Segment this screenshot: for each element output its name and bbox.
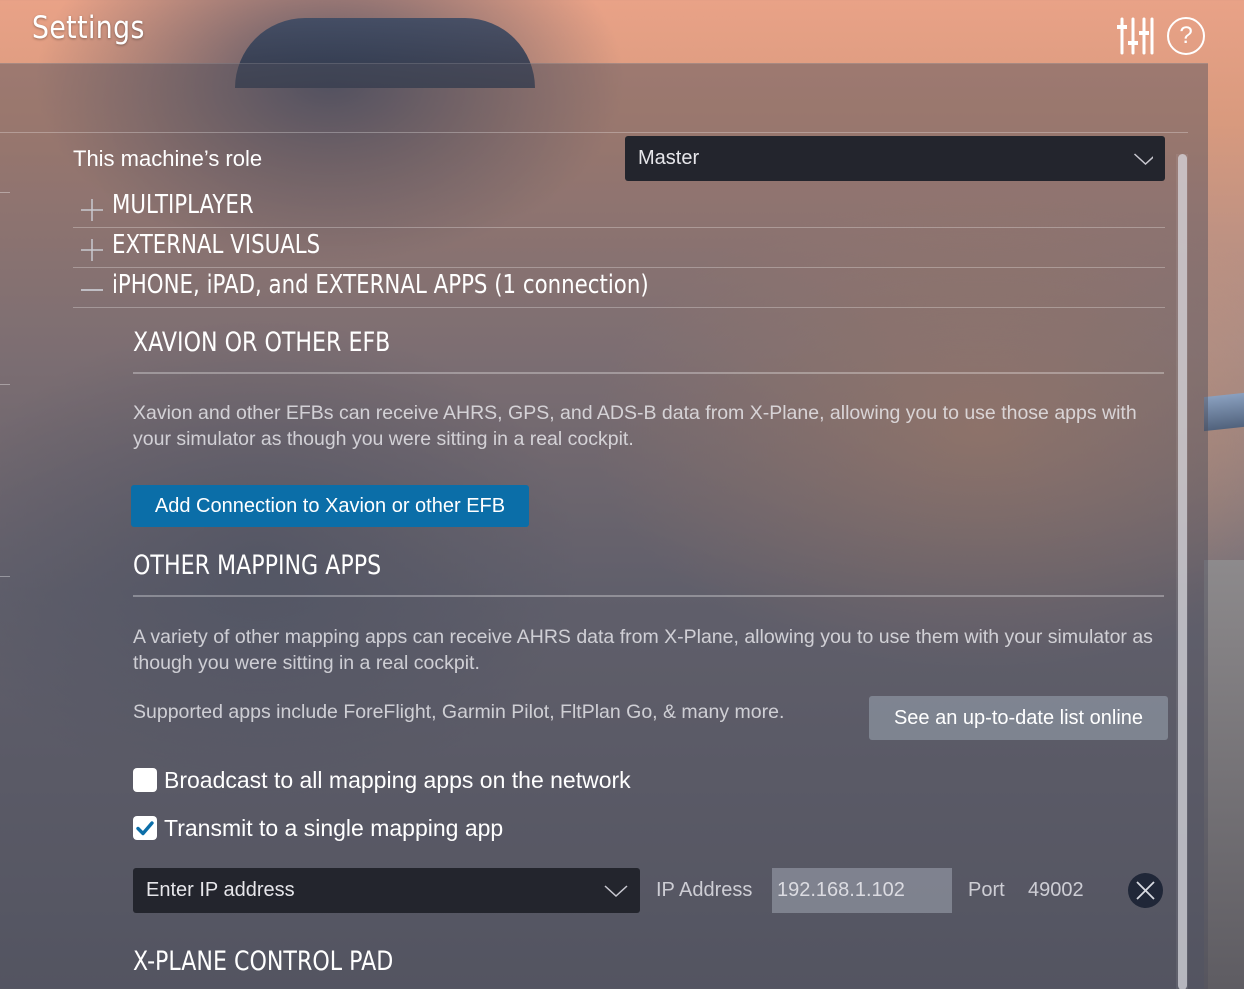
efb-divider [133, 372, 1164, 374]
add-efb-connection-button[interactable]: Add Connection to Xavion or other EFB [131, 485, 529, 527]
mapping-divider [133, 595, 1164, 597]
left-tick-mark [0, 576, 10, 577]
ip-address-dropdown[interactable]: Enter IP address [133, 868, 640, 913]
efb-heading: XAVION OR OTHER EFB [133, 327, 391, 358]
control-pad-heading: X-PLANE CONTROL PAD [133, 946, 394, 977]
port-label: Port [968, 879, 1005, 901]
ip-address-input[interactable] [772, 868, 952, 913]
left-tick-mark [0, 384, 10, 385]
efb-description: Xavion and other EFBs can receive AHRS, … [133, 402, 1137, 450]
section-external-visuals[interactable]: EXTERNAL VISUALS [73, 227, 1165, 268]
expand-plus-icon [81, 199, 103, 221]
collapse-minus-icon [81, 289, 103, 291]
mapping-description: A variety of other mapping apps can rece… [133, 626, 1153, 674]
settings-panel: This machine’s role Master MULTIPLAYER E… [0, 63, 1208, 989]
page-title: Settings [32, 10, 145, 46]
panel-divider [0, 132, 1188, 133]
sliders-icon[interactable] [1116, 17, 1156, 55]
see-app-list-button[interactable]: See an up-to-date list online [869, 696, 1168, 740]
remove-connection-button[interactable] [1128, 873, 1163, 908]
section-label: iPHONE, iPAD, and EXTERNAL APPS (1 conne… [112, 270, 649, 300]
broadcast-checkbox[interactable] [133, 768, 157, 792]
expand-plus-icon [81, 239, 103, 261]
background-aircraft-wing [1204, 392, 1244, 432]
role-dropdown[interactable]: Master [625, 136, 1165, 181]
scrollbar-thumb[interactable] [1178, 154, 1187, 989]
section-external-apps[interactable]: iPHONE, iPAD, and EXTERNAL APPS (1 conne… [73, 267, 1165, 308]
help-icon[interactable]: ? [1167, 17, 1205, 55]
section-label: MULTIPLAYER [112, 190, 254, 220]
checkmark-icon [136, 821, 154, 836]
role-label: This machine’s role [73, 146, 263, 171]
single-app-label: Transmit to a single mapping app [164, 815, 504, 841]
section-multiplayer[interactable]: MULTIPLAYER [73, 187, 1165, 228]
role-dropdown-value: Master [638, 147, 700, 169]
background-runway [1204, 560, 1244, 989]
close-icon [1136, 881, 1155, 900]
ip-dropdown-value: Enter IP address [146, 879, 295, 901]
port-value[interactable]: 49002 [1028, 879, 1084, 902]
broadcast-label: Broadcast to all mapping apps on the net… [164, 767, 631, 793]
chevron-down-icon [1133, 153, 1153, 166]
section-label: EXTERNAL VISUALS [112, 230, 321, 260]
chevron-down-icon [604, 885, 628, 898]
help-glyph: ? [1179, 22, 1193, 49]
single-app-checkbox[interactable] [133, 816, 157, 840]
left-tick-mark [0, 192, 10, 193]
ip-address-label: IP Address [656, 879, 753, 901]
mapping-heading: OTHER MAPPING APPS [133, 550, 382, 581]
supported-apps-text: Supported apps include ForeFlight, Garmi… [133, 701, 785, 723]
